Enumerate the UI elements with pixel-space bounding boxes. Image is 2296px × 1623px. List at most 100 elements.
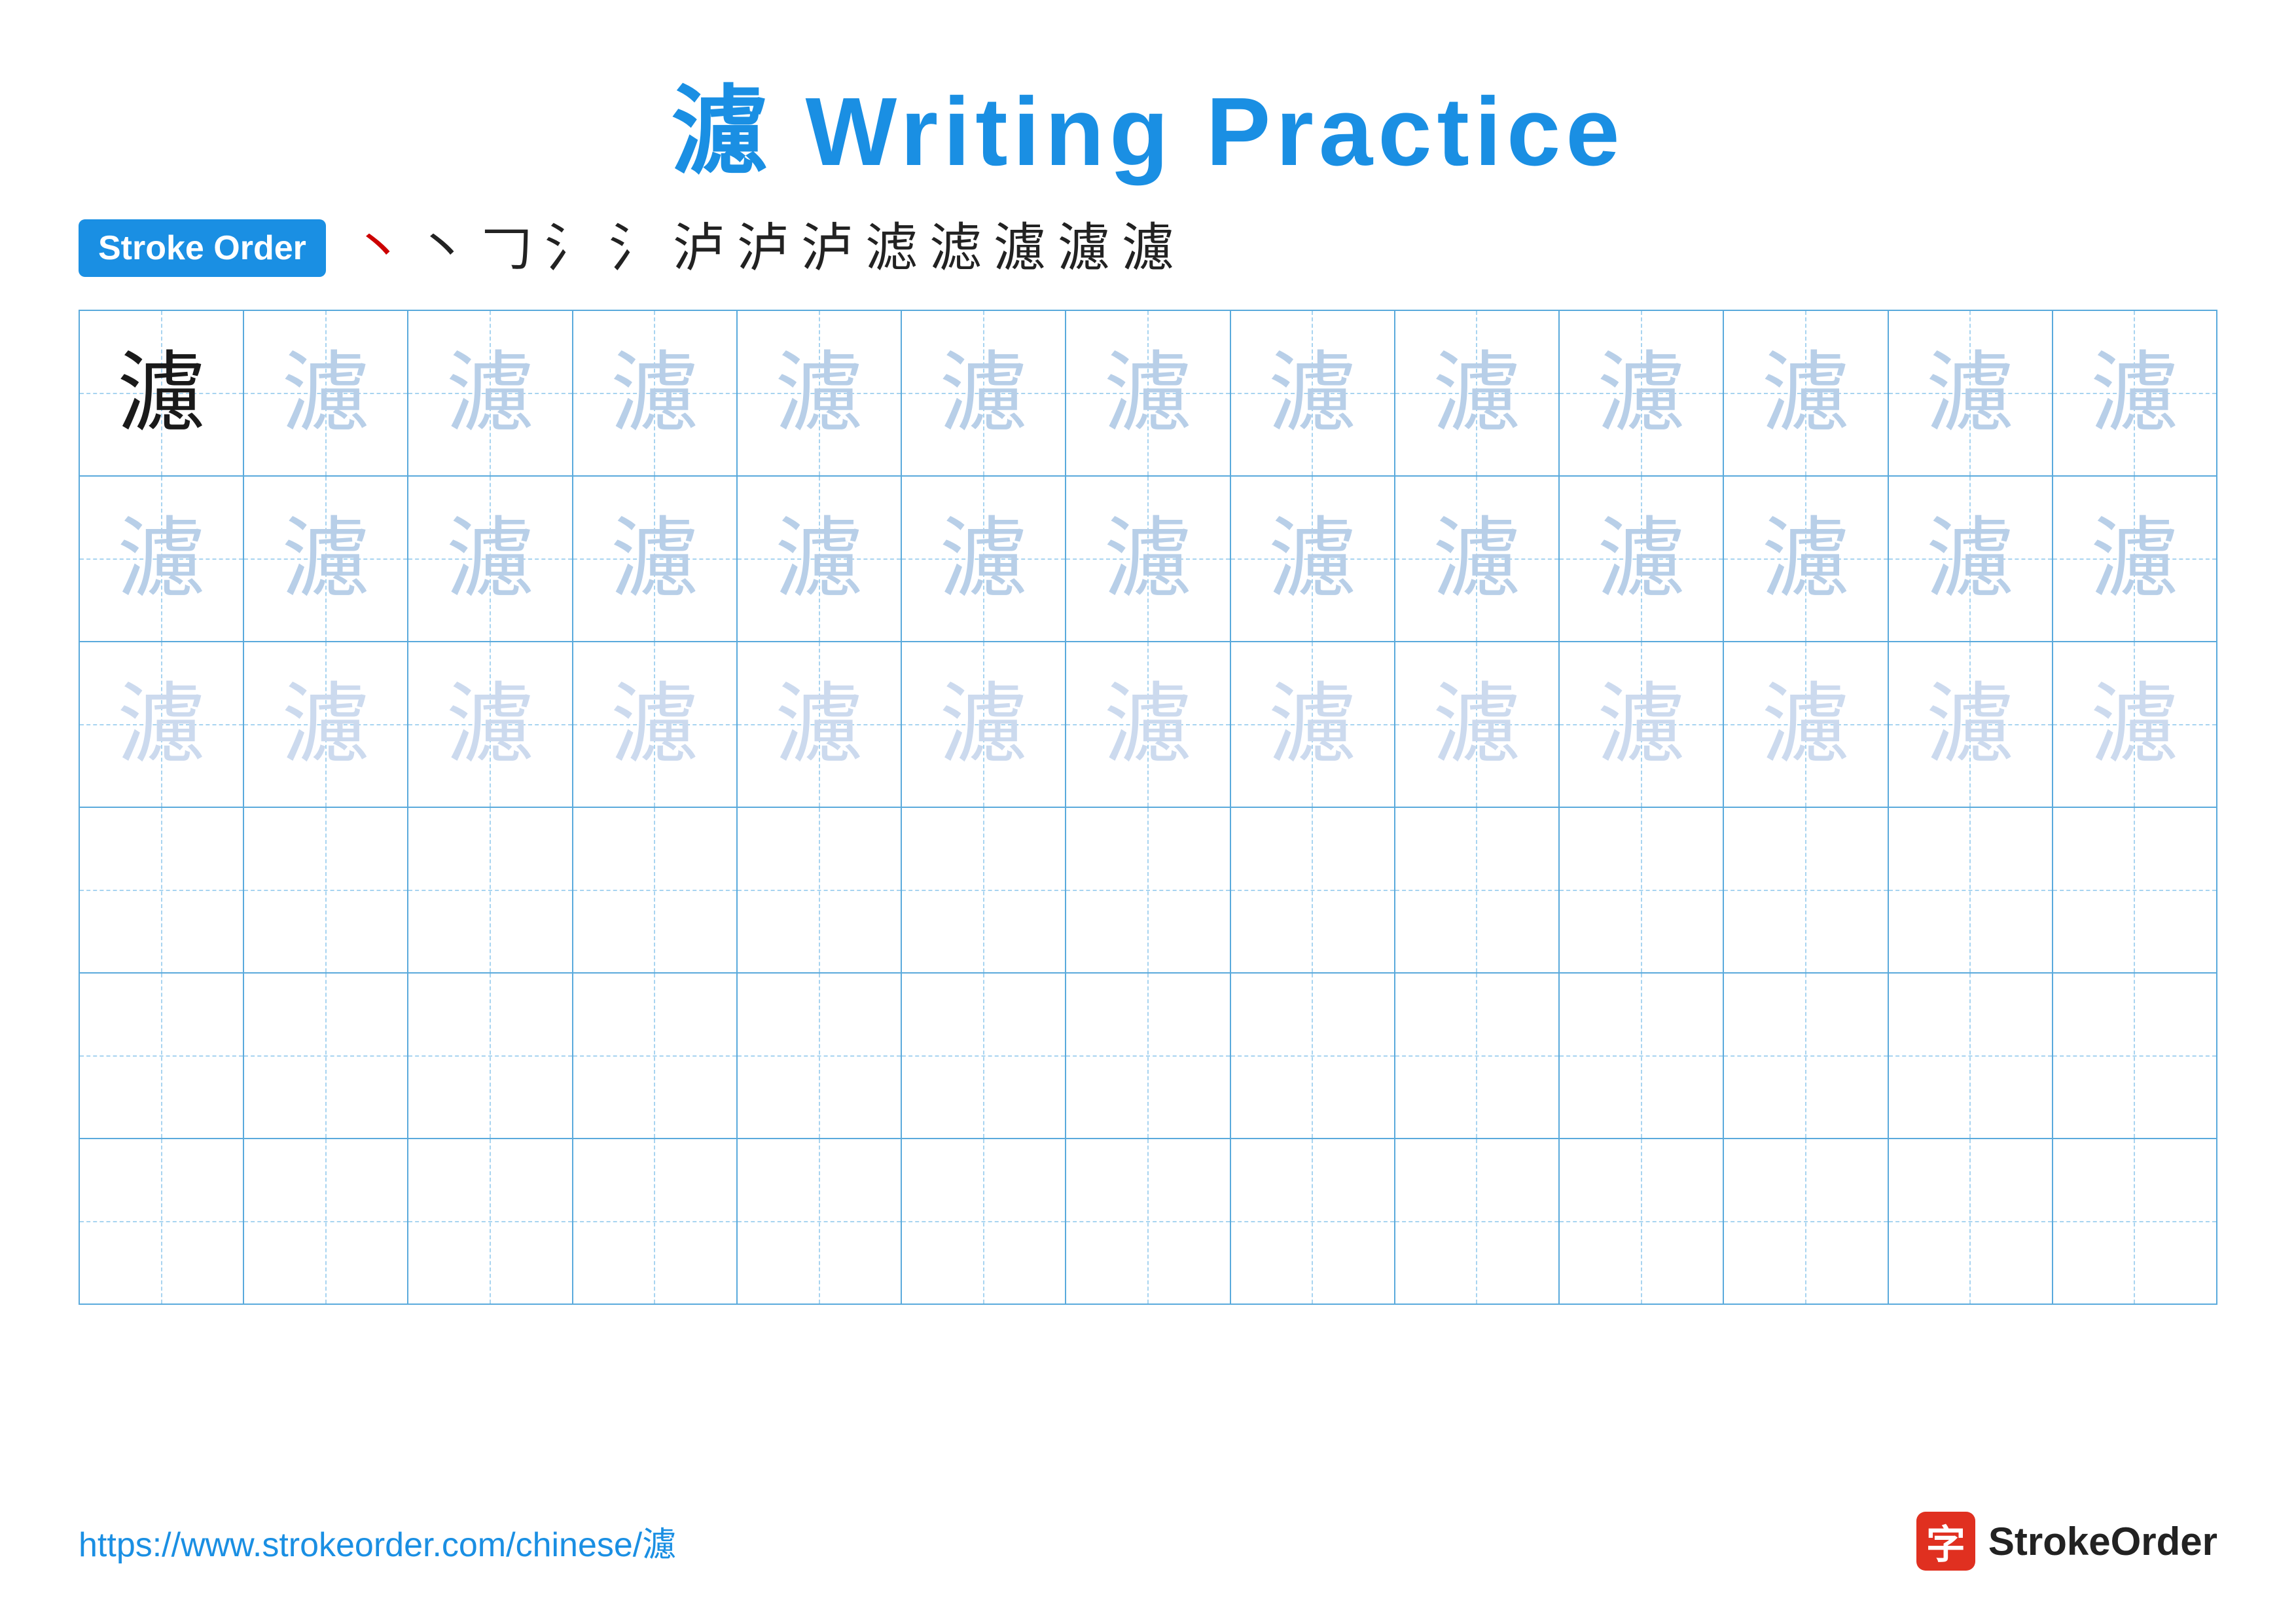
grid-cell-4-10[interactable]: [1724, 974, 1888, 1138]
grid-cell-4-1[interactable]: [244, 974, 408, 1138]
cell-character: 濾: [2090, 515, 2179, 603]
grid-row-1: 濾濾濾濾濾濾濾濾濾濾濾濾濾: [80, 477, 2216, 642]
grid-cell-5-10[interactable]: [1724, 1139, 1888, 1304]
grid-cell-4-6[interactable]: [1066, 974, 1230, 1138]
grid-cell-2-10[interactable]: 濾: [1724, 642, 1888, 807]
grid-cell-4-12[interactable]: [2053, 974, 2216, 1138]
grid-cell-5-6[interactable]: [1066, 1139, 1230, 1304]
grid-cell-2-9[interactable]: 濾: [1560, 642, 1724, 807]
stroke-step-12: 濾: [1122, 222, 1174, 274]
grid-cell-5-9[interactable]: [1560, 1139, 1724, 1304]
grid-cell-2-11[interactable]: 濾: [1889, 642, 2053, 807]
stroke-step-7: 泸: [801, 222, 853, 274]
grid-cell-2-0[interactable]: 濾: [80, 642, 244, 807]
stroke-step-9: 滤: [929, 222, 982, 274]
grid-cell-4-2[interactable]: [408, 974, 573, 1138]
grid-cell-2-1[interactable]: 濾: [244, 642, 408, 807]
grid-cell-1-0[interactable]: 濾: [80, 477, 244, 641]
grid-cell-3-10[interactable]: [1724, 808, 1888, 972]
grid-cell-1-1[interactable]: 濾: [244, 477, 408, 641]
grid-cell-0-6[interactable]: 濾: [1066, 311, 1230, 475]
grid-cell-1-2[interactable]: 濾: [408, 477, 573, 641]
grid-cell-1-8[interactable]: 濾: [1395, 477, 1560, 641]
cell-character: 濾: [1761, 515, 1850, 603]
grid-cell-3-9[interactable]: [1560, 808, 1724, 972]
grid-cell-2-3[interactable]: 濾: [573, 642, 738, 807]
grid-cell-0-0[interactable]: 濾: [80, 311, 244, 475]
grid-cell-3-3[interactable]: [573, 808, 738, 972]
grid-cell-0-5[interactable]: 濾: [902, 311, 1066, 475]
brand-text: StrokeOrder: [1988, 1519, 2217, 1564]
cell-character: 濾: [775, 680, 863, 769]
grid-cell-2-7[interactable]: 濾: [1231, 642, 1395, 807]
grid-cell-1-3[interactable]: 濾: [573, 477, 738, 641]
grid-cell-0-1[interactable]: 濾: [244, 311, 408, 475]
cell-character: 濾: [1104, 680, 1193, 769]
grid-cell-4-7[interactable]: [1231, 974, 1395, 1138]
grid-cell-0-7[interactable]: 濾: [1231, 311, 1395, 475]
grid-cell-2-2[interactable]: 濾: [408, 642, 573, 807]
grid-cell-5-11[interactable]: [1889, 1139, 2053, 1304]
grid-cell-0-10[interactable]: 濾: [1724, 311, 1888, 475]
grid-cell-1-6[interactable]: 濾: [1066, 477, 1230, 641]
grid-cell-1-11[interactable]: 濾: [1889, 477, 2053, 641]
grid-cell-0-9[interactable]: 濾: [1560, 311, 1724, 475]
grid-cell-5-1[interactable]: [244, 1139, 408, 1304]
grid-cell-2-12[interactable]: 濾: [2053, 642, 2216, 807]
grid-cell-4-9[interactable]: [1560, 974, 1724, 1138]
grid-cell-3-2[interactable]: [408, 808, 573, 972]
grid-cell-1-4[interactable]: 濾: [738, 477, 902, 641]
grid-cell-1-10[interactable]: 濾: [1724, 477, 1888, 641]
grid-cell-4-8[interactable]: [1395, 974, 1560, 1138]
grid-cell-2-4[interactable]: 濾: [738, 642, 902, 807]
cell-character: 濾: [1597, 349, 1685, 437]
grid-cell-5-7[interactable]: [1231, 1139, 1395, 1304]
grid-cell-5-12[interactable]: [2053, 1139, 2216, 1304]
grid-cell-1-7[interactable]: 濾: [1231, 477, 1395, 641]
cell-character: 濾: [1268, 680, 1357, 769]
grid-cell-1-9[interactable]: 濾: [1560, 477, 1724, 641]
stroke-sequence: 丶丶𠃌氵氵泸泸泸滤滤濾濾濾: [352, 222, 1174, 274]
grid-cell-3-6[interactable]: [1066, 808, 1230, 972]
grid-cell-5-0[interactable]: [80, 1139, 244, 1304]
grid-cell-4-0[interactable]: [80, 974, 244, 1138]
grid-cell-3-0[interactable]: [80, 808, 244, 972]
cell-character: 濾: [939, 680, 1028, 769]
grid-cell-3-11[interactable]: [1889, 808, 2053, 972]
grid-cell-4-5[interactable]: [902, 974, 1066, 1138]
footer-url[interactable]: https://www.strokeorder.com/chinese/濾: [79, 1517, 676, 1566]
grid-cell-5-3[interactable]: [573, 1139, 738, 1304]
grid-cell-5-2[interactable]: [408, 1139, 573, 1304]
grid-cell-2-6[interactable]: 濾: [1066, 642, 1230, 807]
grid-cell-4-11[interactable]: [1889, 974, 2053, 1138]
grid-cell-1-5[interactable]: 濾: [902, 477, 1066, 641]
grid-cell-5-5[interactable]: [902, 1139, 1066, 1304]
grid-cell-4-3[interactable]: [573, 974, 738, 1138]
grid-cell-5-4[interactable]: [738, 1139, 902, 1304]
grid-cell-0-8[interactable]: 濾: [1395, 311, 1560, 475]
grid-cell-3-4[interactable]: [738, 808, 902, 972]
stroke-step-3: 氵: [545, 222, 597, 274]
grid-cell-4-4[interactable]: [738, 974, 902, 1138]
grid-cell-3-8[interactable]: [1395, 808, 1560, 972]
grid-cell-1-12[interactable]: 濾: [2053, 477, 2216, 641]
grid-cell-5-8[interactable]: [1395, 1139, 1560, 1304]
cell-character: 濾: [446, 515, 535, 603]
stroke-step-2: 𠃌: [480, 222, 533, 274]
cell-character: 濾: [2090, 680, 2179, 769]
grid-cell-3-5[interactable]: [902, 808, 1066, 972]
grid-cell-3-1[interactable]: [244, 808, 408, 972]
grid-cell-0-11[interactable]: 濾: [1889, 311, 2053, 475]
grid-cell-0-2[interactable]: 濾: [408, 311, 573, 475]
grid-cell-2-5[interactable]: 濾: [902, 642, 1066, 807]
cell-character: 濾: [1926, 515, 2015, 603]
grid-cell-0-3[interactable]: 濾: [573, 311, 738, 475]
grid-row-5: [80, 1139, 2216, 1304]
grid-cell-2-8[interactable]: 濾: [1395, 642, 1560, 807]
grid-cell-0-4[interactable]: 濾: [738, 311, 902, 475]
cell-character: 濾: [1433, 680, 1521, 769]
grid-cell-0-12[interactable]: 濾: [2053, 311, 2216, 475]
cell-character: 濾: [446, 349, 535, 437]
grid-cell-3-12[interactable]: [2053, 808, 2216, 972]
grid-cell-3-7[interactable]: [1231, 808, 1395, 972]
